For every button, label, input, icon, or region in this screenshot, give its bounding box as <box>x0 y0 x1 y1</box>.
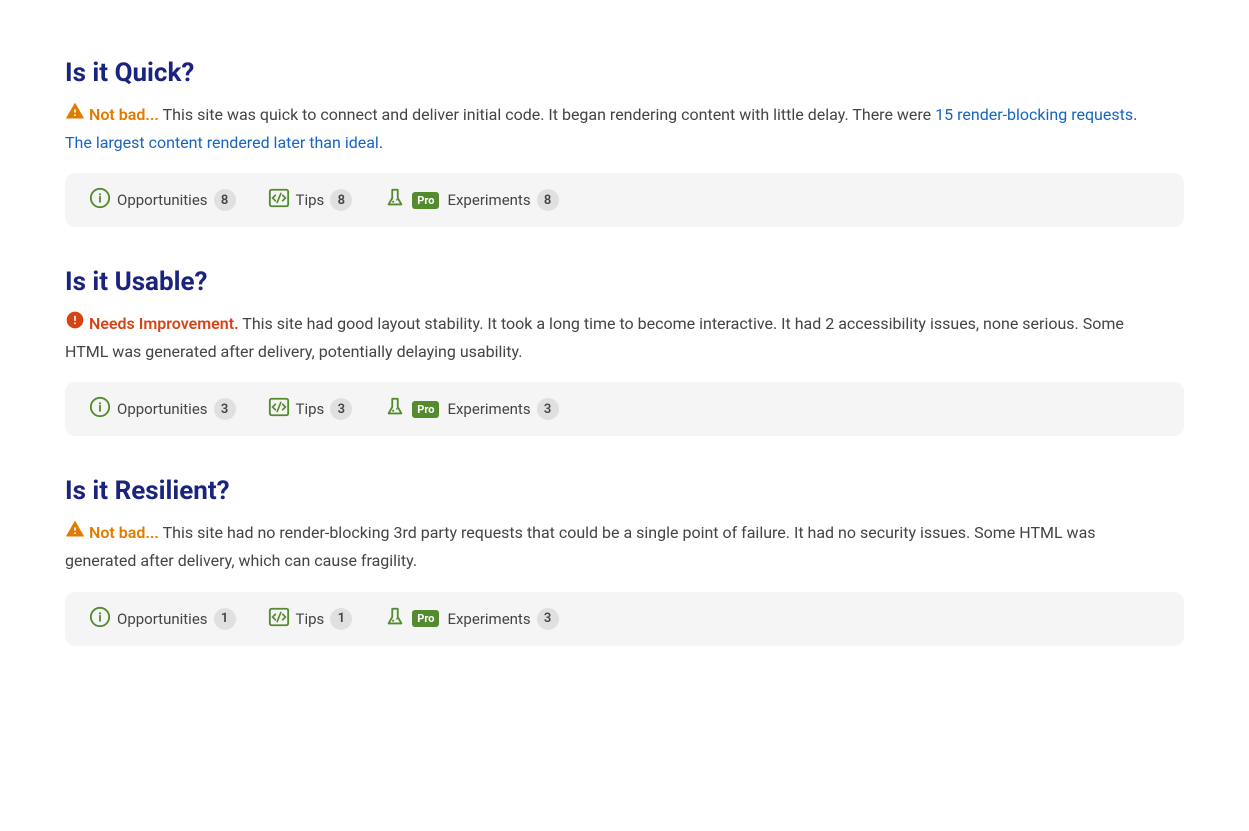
experiments-label: Experiments <box>447 610 530 628</box>
opportunities-badge[interactable]: Opportunities 1 <box>89 606 236 632</box>
experiments-label: Experiments <box>447 191 530 209</box>
tips-label: Tips <box>296 400 325 418</box>
tips-icon <box>268 606 290 632</box>
tips-count: 1 <box>330 608 352 630</box>
pro-tag: Pro <box>412 401 439 418</box>
section-heading-resilient: Is it Resilient? <box>65 476 1184 506</box>
pro-tag: Pro <box>412 610 439 627</box>
tips-badge[interactable]: Tips 3 <box>268 396 353 422</box>
opportunities-label: Opportunities <box>117 400 208 418</box>
section-heading-usable: Is it Usable? <box>65 267 1184 297</box>
experiments-badge[interactable]: Pro Experiments 8 <box>384 187 558 213</box>
section-description-quick: Not bad... This site was quick to connec… <box>65 102 1165 155</box>
opportunity-icon <box>89 606 111 632</box>
experiments-count: 8 <box>537 189 559 211</box>
section-resilient: Is it Resilient? Not bad... This site ha… <box>65 476 1184 645</box>
section-quick: Is it Quick? Not bad... This site was qu… <box>65 58 1184 227</box>
status-label-usable: Needs Improvement. <box>89 314 239 333</box>
tips-icon <box>268 396 290 422</box>
opportunities-badge[interactable]: Opportunities 8 <box>89 187 236 213</box>
badges-bar-resilient: Opportunities 1 Tips 1 Pro Experiments 3 <box>65 592 1184 646</box>
opportunities-count: 1 <box>214 608 236 630</box>
status-label-quick: Not bad... <box>89 105 159 124</box>
tips-badge[interactable]: Tips 8 <box>268 187 353 213</box>
badges-bar-quick: Opportunities 8 Tips 8 Pro Experiments 8 <box>65 173 1184 227</box>
tips-label: Tips <box>296 191 325 209</box>
section-description-usable: Needs Improvement. This site had good la… <box>65 311 1165 364</box>
experiments-icon <box>384 606 406 632</box>
experiments-badge[interactable]: Pro Experiments 3 <box>384 606 558 632</box>
section-description-resilient: Not bad... This site had no render-block… <box>65 520 1165 573</box>
experiments-count: 3 <box>537 398 559 420</box>
experiments-icon <box>384 396 406 422</box>
section-usable: Is it Usable? Needs Improvement. This si… <box>65 267 1184 436</box>
tips-icon <box>268 187 290 213</box>
tips-count: 8 <box>330 189 352 211</box>
opportunities-label: Opportunities <box>117 610 208 628</box>
description-link[interactable]: 15 render-blocking requests <box>935 105 1133 124</box>
experiments-badge[interactable]: Pro Experiments 3 <box>384 396 558 422</box>
opportunities-badge[interactable]: Opportunities 3 <box>89 396 236 422</box>
tips-label: Tips <box>296 610 325 628</box>
section-heading-quick: Is it Quick? <box>65 58 1184 88</box>
warning-icon <box>65 519 85 547</box>
tips-count: 3 <box>330 398 352 420</box>
opportunities-label: Opportunities <box>117 191 208 209</box>
tips-badge[interactable]: Tips 1 <box>268 606 353 632</box>
opportunity-icon <box>89 396 111 422</box>
status-label-resilient: Not bad... <box>89 523 159 542</box>
badges-bar-usable: Opportunities 3 Tips 3 Pro Experiments 3 <box>65 382 1184 436</box>
experiments-label: Experiments <box>447 400 530 418</box>
pro-tag: Pro <box>412 192 439 209</box>
description-link[interactable]: The largest content rendered later than … <box>65 133 379 152</box>
opportunity-icon <box>89 187 111 213</box>
opportunities-count: 8 <box>214 189 236 211</box>
error-icon <box>65 310 85 338</box>
experiments-icon <box>384 187 406 213</box>
experiments-count: 3 <box>537 608 559 630</box>
warning-icon <box>65 101 85 129</box>
opportunities-count: 3 <box>214 398 236 420</box>
